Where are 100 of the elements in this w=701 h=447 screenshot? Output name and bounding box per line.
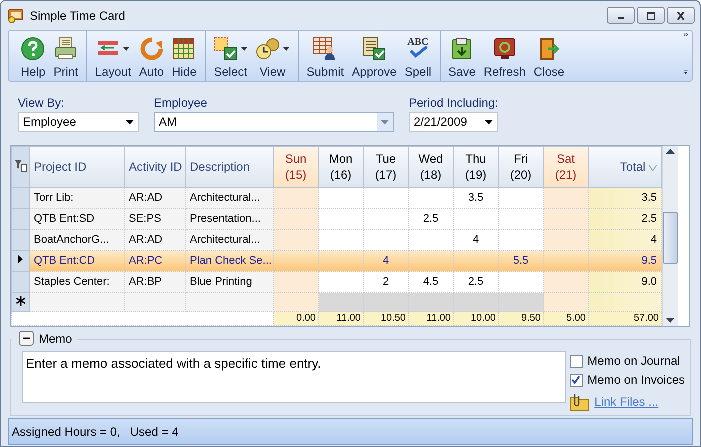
clock-icon bbox=[256, 37, 280, 61]
close-button[interactable] bbox=[667, 7, 695, 24]
column-header[interactable]: Tue (17) bbox=[364, 146, 408, 188]
table-cell: AR:AD bbox=[124, 230, 186, 250]
table-cell: 3.5 bbox=[454, 188, 498, 208]
table-cell: AR:PC bbox=[124, 250, 186, 272]
field-label: Employee bbox=[154, 96, 208, 110]
save-icon bbox=[450, 37, 474, 61]
column-header[interactable]: Mon (16) bbox=[318, 146, 364, 188]
memo-field[interactable]: Enter a memo associated with a specific time entry. bbox=[22, 351, 566, 403]
table-cell bbox=[498, 230, 544, 250]
toolbar-button[interactable]: Refresh bbox=[480, 31, 530, 81]
table-cell bbox=[274, 208, 318, 230]
scrollbar[interactable] bbox=[662, 146, 678, 326]
caret-icon bbox=[282, 47, 290, 51]
total-cell: 9.50 bbox=[498, 312, 544, 326]
table-cell bbox=[544, 208, 588, 230]
status-text: Assigned Hours = 0, Used = 4 bbox=[12, 424, 179, 438]
toolbar-button[interactable]: Layout bbox=[86, 31, 136, 81]
table-cell: 2.5 bbox=[588, 208, 662, 230]
column-header[interactable]: Sat (21) bbox=[544, 146, 588, 188]
toolbar-button[interactable]: Auto bbox=[135, 31, 168, 81]
table-cell: BoatAnchorG... bbox=[30, 230, 124, 250]
column-header[interactable]: Activity ID bbox=[124, 146, 186, 188]
maximize-button[interactable] bbox=[637, 7, 665, 24]
column-header[interactable]: Fri (20) bbox=[498, 146, 544, 188]
column-header[interactable]: Total bbox=[588, 146, 662, 188]
table-cell: 4 bbox=[364, 250, 408, 272]
table-cell bbox=[274, 230, 318, 250]
toolbar-button[interactable]: Close bbox=[530, 31, 569, 81]
person-dropdown[interactable]: AM bbox=[154, 112, 394, 132]
checkbox-label: Memo on Invoices bbox=[588, 373, 685, 387]
column-header[interactable]: Thu (19) bbox=[454, 146, 498, 188]
minimize-button[interactable] bbox=[607, 7, 635, 24]
total-cell: 11.00 bbox=[408, 312, 454, 326]
checkbox[interactable] bbox=[570, 374, 583, 386]
table-cell bbox=[274, 250, 318, 272]
column-header[interactable]: Project ID bbox=[30, 146, 124, 188]
document-check-icon bbox=[362, 37, 386, 61]
table-cell: Presentation... bbox=[186, 208, 274, 230]
toolbar-button[interactable]: Save bbox=[440, 31, 480, 81]
table-cell bbox=[408, 188, 454, 208]
table-cell: AR:BP bbox=[124, 272, 186, 292]
toolbar-button[interactable]: Submit bbox=[298, 31, 348, 81]
toolbar-button[interactable]: Hide bbox=[168, 31, 201, 81]
dropdown-arrow-icon bbox=[381, 120, 389, 124]
column-header[interactable]: Sun (15) bbox=[274, 146, 318, 188]
scroll-down-icon[interactable] bbox=[666, 318, 675, 323]
caret-icon bbox=[240, 47, 248, 51]
window-title: Simple Time Card bbox=[30, 8, 126, 22]
toolbar-button[interactable]: Print bbox=[50, 31, 82, 81]
column-header[interactable]: Description bbox=[186, 146, 274, 188]
link-files-link[interactable]: Link Files ... bbox=[594, 395, 659, 409]
table-icon bbox=[172, 37, 196, 61]
table-cell bbox=[318, 230, 364, 250]
toolbar-button[interactable]: ABC Spell bbox=[400, 31, 436, 81]
table-cell bbox=[408, 250, 454, 272]
dropdown-arrow-icon bbox=[126, 120, 134, 124]
current-row-icon bbox=[18, 255, 23, 264]
form-person-icon bbox=[313, 37, 338, 61]
help-icon bbox=[21, 37, 46, 61]
table-cell bbox=[364, 230, 408, 250]
table-cell bbox=[454, 250, 498, 272]
memo-title: Memo bbox=[39, 332, 72, 346]
door-icon bbox=[537, 37, 562, 61]
table-cell bbox=[498, 188, 544, 208]
table-cell: AR:AD bbox=[124, 188, 186, 208]
mode-dropdown[interactable]: Employee bbox=[18, 112, 139, 132]
field-label: Period Including: bbox=[409, 96, 498, 110]
table-cell bbox=[544, 230, 588, 250]
table-cell: Blue Printing bbox=[186, 272, 274, 292]
table-cell bbox=[274, 188, 318, 208]
table-cell bbox=[364, 188, 408, 208]
scroll-up-icon[interactable] bbox=[666, 149, 675, 154]
table-cell: Staples Center: bbox=[30, 272, 124, 292]
close-icon bbox=[675, 12, 687, 20]
table-cell bbox=[318, 188, 364, 208]
table-cell: Architectural... bbox=[186, 230, 274, 250]
checkbox[interactable] bbox=[570, 354, 583, 368]
overflow-icon[interactable] bbox=[682, 33, 690, 77]
toolbar-button[interactable]: Approve bbox=[348, 31, 401, 81]
filter-icon[interactable] bbox=[14, 160, 26, 172]
date-dropdown[interactable]: 2/21/2009 bbox=[409, 112, 498, 132]
field-label: View By: bbox=[18, 96, 66, 110]
collapse-button[interactable] bbox=[19, 331, 34, 346]
toolbar-button[interactable]: Help bbox=[17, 31, 50, 81]
checkbox-icon bbox=[214, 37, 238, 61]
total-cell: 0.00 bbox=[274, 312, 318, 326]
table-cell: SE:PS bbox=[124, 208, 186, 230]
column-header[interactable]: Wed (18) bbox=[408, 146, 454, 188]
circular-arrow-icon bbox=[140, 37, 164, 61]
refresh-icon bbox=[492, 37, 517, 61]
toolbar-button[interactable]: Select bbox=[204, 31, 252, 81]
asterisk-icon bbox=[16, 296, 26, 306]
table-cell: 9.5 bbox=[588, 250, 662, 272]
checkbox-label: Memo on Journal bbox=[588, 354, 680, 368]
printer-icon bbox=[54, 37, 78, 61]
total-cell: 11.00 bbox=[318, 312, 364, 326]
toolbar-button[interactable]: View bbox=[252, 31, 294, 81]
dropdown-arrow-icon bbox=[485, 120, 493, 124]
